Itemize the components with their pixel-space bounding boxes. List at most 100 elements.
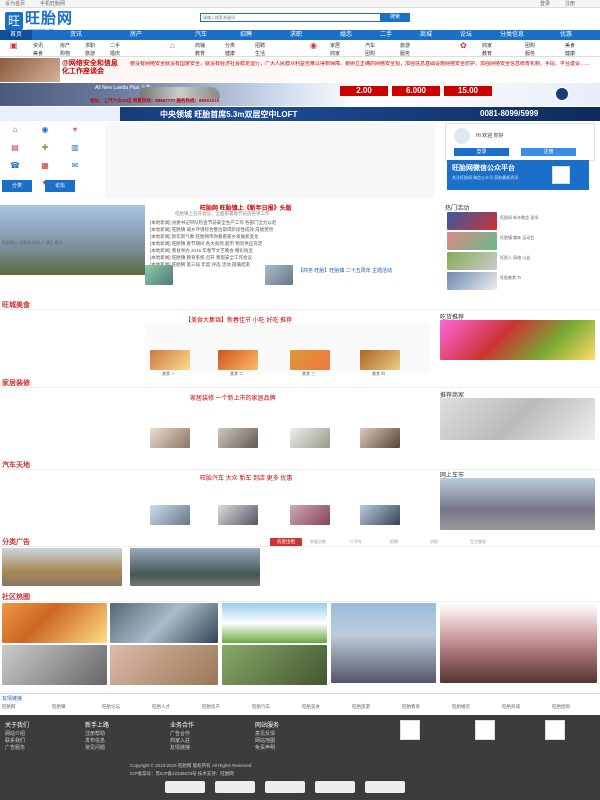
footer-link[interactable]: 注册帮助 — [85, 730, 105, 737]
login-button[interactable]: 登录 — [454, 148, 509, 156]
link-item[interactable]: 旺胎美食 — [302, 704, 320, 710]
hot-thumb[interactable] — [447, 212, 497, 230]
list-item[interactable]: [本地新闻] 县委书记带队检查节前安全生产工作 各部门全力以赴 — [150, 220, 277, 226]
badge-icon[interactable] — [315, 781, 355, 793]
subnav-item[interactable]: 资讯 — [33, 42, 43, 49]
hot-thumb[interactable] — [447, 252, 497, 270]
subnav-item[interactable]: 婚庆 — [110, 50, 120, 57]
car-thumb[interactable] — [218, 505, 258, 525]
subnav-item[interactable]: 分类 — [225, 42, 235, 49]
subnav-item[interactable]: 商铺 — [195, 42, 205, 49]
subnav-item[interactable]: 美食 — [565, 42, 575, 49]
home-thumb[interactable] — [360, 428, 400, 448]
mobile-link[interactable]: 手机旺胎网 — [40, 0, 65, 8]
footer-link[interactable]: 联系我们 — [5, 737, 25, 744]
subnav-item[interactable]: 团购 — [365, 50, 375, 57]
footer-link[interactable]: 免责声明 — [255, 744, 275, 751]
food-thumb[interactable] — [290, 350, 330, 370]
subnav-item[interactable]: 教育 — [195, 50, 205, 57]
footer-link[interactable]: 发布信息 — [85, 737, 105, 744]
link-item[interactable]: 旺胎旅游 — [352, 704, 370, 710]
register-button[interactable]: 注册 — [521, 148, 576, 156]
car-icon[interactable]: ◉ — [35, 125, 55, 134]
news-thumb[interactable] — [265, 265, 293, 285]
link-item[interactable]: 旺胎商城 — [502, 704, 520, 710]
hot-thumb[interactable] — [447, 232, 497, 250]
banner-lavida[interactable]: All New Lavida Plus 上市 2.00 6.000 15.00 … — [0, 83, 600, 106]
link-item[interactable]: 旺胎网 — [2, 704, 16, 710]
subnav-item[interactable]: 旅游 — [400, 42, 410, 49]
heart-icon[interactable]: ♥ — [65, 125, 85, 134]
register-link[interactable]: 注册 — [565, 0, 575, 8]
footer-link[interactable]: 友情链接 — [170, 744, 190, 751]
footer-link[interactable]: 意见反馈 — [255, 730, 275, 737]
link-item[interactable]: 旺胎论坛 — [102, 704, 120, 710]
news-headline[interactable]: 【商务 旺胎】旺胎镇 二十五周年 主题活动 — [298, 267, 392, 274]
hot-item[interactable]: 旺胎美食 节 — [500, 275, 521, 281]
gift-icon[interactable]: ✚ — [35, 143, 55, 152]
subnav-item[interactable]: 商家 — [482, 42, 492, 49]
chat-icon[interactable]: ✉ — [65, 161, 85, 170]
book-icon[interactable]: ▥ — [65, 143, 85, 152]
search-input[interactable] — [203, 14, 363, 21]
community-photo[interactable] — [222, 603, 327, 643]
tab-classified[interactable]: 生活服务 — [470, 539, 486, 545]
subnav-item[interactable]: 招聘 — [255, 42, 265, 49]
subnav-item[interactable]: 旅游 — [85, 50, 95, 57]
subnav-item[interactable]: 健康 — [565, 50, 575, 57]
link-item[interactable]: 旺胎教育 — [402, 704, 420, 710]
subnav-item[interactable]: 汽车 — [365, 42, 375, 49]
list-item[interactable]: [本地新闻] 旺胎镇 教育系统 召开 寒假安全工作会议 — [150, 255, 252, 261]
badge-icon[interactable] — [265, 781, 305, 793]
nav-item-mall[interactable]: 商城 — [420, 30, 432, 40]
publish-button[interactable]: 分类 — [2, 180, 32, 192]
food-thumb[interactable] — [218, 350, 258, 370]
link-item[interactable]: 旺胎人才 — [152, 704, 170, 710]
footer-link[interactable]: 网站地图 — [255, 737, 275, 744]
house-icon[interactable]: ⌂ — [5, 125, 25, 134]
community-photo[interactable] — [2, 603, 107, 643]
forum-button[interactable]: 论坛 — [45, 180, 75, 192]
list-item[interactable]: [本地新闻] 新年新气象 旺胎网带你看看家乡发展新变化 — [150, 234, 259, 240]
news-thumb[interactable] — [145, 265, 173, 285]
link-item[interactable]: 旺胎汽车 — [252, 704, 270, 710]
classified-photo[interactable] — [130, 548, 260, 586]
badge-icon[interactable] — [365, 781, 405, 793]
link-item[interactable]: 旺胎团购 — [552, 704, 570, 710]
subnav-item[interactable]: 家居 — [330, 42, 340, 49]
car-thumb[interactable] — [360, 505, 400, 525]
footer-link[interactable]: 网站介绍 — [5, 730, 25, 737]
cart-icon[interactable]: ▦ — [35, 161, 55, 170]
link-item[interactable]: 旺胎婚恋 — [452, 704, 470, 710]
hot-thumb[interactable] — [447, 272, 497, 290]
car-thumb[interactable] — [150, 505, 190, 525]
food-thumb[interactable] — [150, 350, 190, 370]
subnav-item[interactable]: 服务 — [400, 50, 410, 57]
food-thumb[interactable] — [360, 350, 400, 370]
nav-item-marriage[interactable]: 婚恋 — [340, 30, 352, 40]
subnav-item[interactable]: 求职 — [85, 42, 95, 49]
list-item[interactable]: [本地新闻] 旺胎镇 城乡环境综合整治取得阶段性成效 成绩斐然 — [150, 227, 273, 233]
nav-item-discount[interactable]: 优惠 — [560, 30, 572, 40]
tab-classified-active[interactable]: 房屋出租 — [270, 538, 302, 546]
subnav-item[interactable]: 服务 — [525, 50, 535, 57]
footer-link[interactable]: 广告合作 — [170, 730, 190, 737]
subnav-item[interactable]: 商家 — [330, 50, 340, 57]
list-item[interactable]: [本地新闻] 旺胎镇 春节期间 各大商场 超市 物资供应充足 — [150, 241, 262, 247]
list-item[interactable]: [本地新闻] 我县举办 2015 年春节文艺晚会 精彩纷呈 — [150, 248, 253, 254]
community-photo[interactable] — [331, 603, 436, 683]
footer-link[interactable]: 常见问题 — [85, 744, 105, 751]
nav-item-forum[interactable]: 论坛 — [460, 30, 472, 40]
footer-link[interactable]: 广告服务 — [5, 744, 25, 751]
nav-item-jobs[interactable]: 招聘 — [240, 30, 252, 40]
login-link[interactable]: 登录 — [540, 0, 550, 8]
classified-photo[interactable] — [2, 548, 122, 586]
community-photo[interactable] — [2, 645, 107, 685]
link-item[interactable]: 旺胎镇 — [52, 704, 66, 710]
subnav-item[interactable]: 生活 — [255, 50, 265, 57]
banner-real-estate[interactable]: 中央领城 旺胎首席5.3m双层空中LOFT 0081-8099/5999 — [0, 107, 600, 121]
subnav-item[interactable]: 美食 — [33, 50, 43, 57]
home-headline[interactable]: 家居装修 一个新上市的家居品牌 — [190, 393, 276, 402]
badge-icon[interactable] — [165, 781, 205, 793]
site-logo[interactable]: 旺 旺胎网 www.wtaiw.net — [5, 10, 95, 32]
